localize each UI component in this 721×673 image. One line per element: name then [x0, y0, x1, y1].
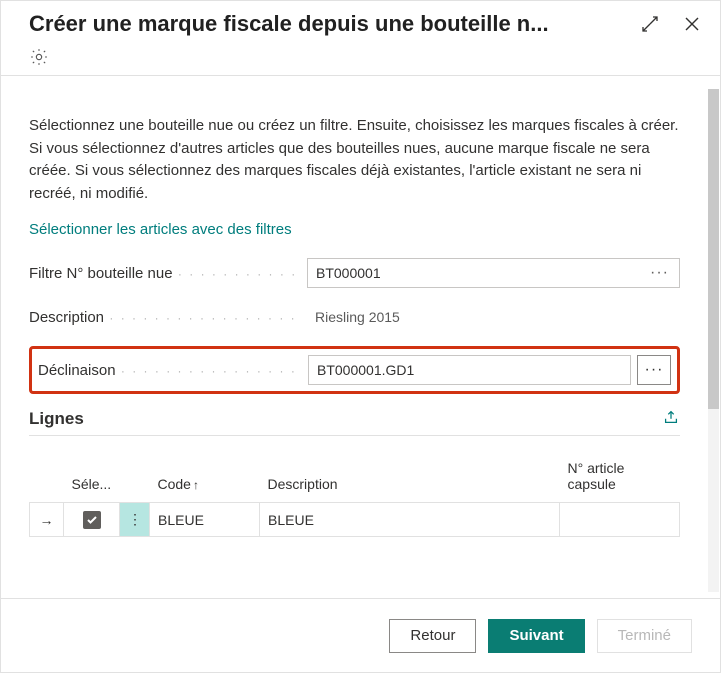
finish-button: Terminé — [597, 619, 692, 653]
dialog-footer: Retour Suivant Terminé — [1, 598, 720, 672]
input-filtre-bouteille-value: BT000001 — [316, 265, 381, 281]
checkbox-checked-icon[interactable] — [83, 511, 101, 529]
dialog-content: Sélectionnez une bouteille nue ou créez … — [1, 97, 708, 592]
scrollbar[interactable] — [708, 89, 719, 592]
back-button[interactable]: Retour — [389, 619, 476, 653]
expand-icon[interactable] — [640, 14, 660, 34]
table-row[interactable]: → ⋮ BLEUE BLEUE — [30, 503, 680, 537]
cell-capsule[interactable] — [560, 503, 680, 537]
instructions-text: Sélectionnez une bouteille nue ou créez … — [29, 115, 680, 205]
cell-description[interactable]: BLEUE — [260, 503, 560, 537]
close-icon[interactable] — [682, 14, 702, 34]
table-header-row: Séle... Code↑ Description N° article cap… — [30, 454, 680, 503]
label-description: Description — [29, 309, 299, 326]
value-description: Riesling 2015 — [307, 302, 680, 332]
col-header-capsule[interactable]: N° article capsule — [560, 454, 680, 503]
input-filtre-bouteille[interactable]: BT000001 ··· — [307, 258, 680, 288]
row-actions-icon[interactable]: ⋮ — [120, 503, 150, 537]
gear-icon[interactable] — [29, 47, 49, 67]
dialog-title: Créer une marque fiscale depuis une bout… — [29, 11, 628, 37]
label-filtre-bouteille: Filtre N° bouteille nue — [29, 265, 299, 282]
col-header-select[interactable]: Séle... — [64, 454, 120, 503]
select-with-filters-link[interactable]: Sélectionner les articles avec des filtr… — [29, 221, 292, 238]
titlebar: Créer une marque fiscale depuis une bout… — [1, 1, 720, 43]
col-header-arrow — [30, 454, 64, 503]
dialog-create-fiscal-brand: Créer une marque fiscale depuis une bout… — [0, 0, 721, 673]
toolbar — [1, 43, 720, 76]
lookup-filtre-icon[interactable]: ··· — [648, 265, 671, 281]
section-title-lignes: Lignes — [29, 409, 84, 429]
input-declinaison[interactable]: BT000001.GD1 — [308, 355, 631, 385]
input-declinaison-value: BT000001.GD1 — [317, 362, 414, 378]
cell-code[interactable]: BLEUE — [150, 503, 260, 537]
col-header-code[interactable]: Code↑ — [150, 454, 260, 503]
cell-select[interactable] — [64, 503, 120, 537]
title-actions — [640, 14, 702, 34]
label-declinaison: Déclinaison — [38, 362, 300, 379]
share-icon[interactable] — [662, 408, 680, 429]
section-header-lignes: Lignes — [29, 408, 680, 436]
row-filtre-bouteille: Filtre N° bouteille nue BT000001 ··· — [29, 258, 680, 288]
row-declinaison-highlighted: Déclinaison BT000001.GD1 ··· — [29, 346, 680, 394]
row-description: Description Riesling 2015 — [29, 302, 680, 332]
next-button[interactable]: Suivant — [488, 619, 584, 653]
lignes-table: Séle... Code↑ Description N° article cap… — [29, 454, 680, 537]
row-indicator-icon: → — [30, 503, 64, 537]
col-header-menu — [120, 454, 150, 503]
lookup-declinaison-button[interactable]: ··· — [637, 355, 671, 385]
col-header-description[interactable]: Description — [260, 454, 560, 503]
scrollbar-thumb[interactable] — [708, 89, 719, 409]
sort-asc-icon: ↑ — [193, 478, 199, 492]
